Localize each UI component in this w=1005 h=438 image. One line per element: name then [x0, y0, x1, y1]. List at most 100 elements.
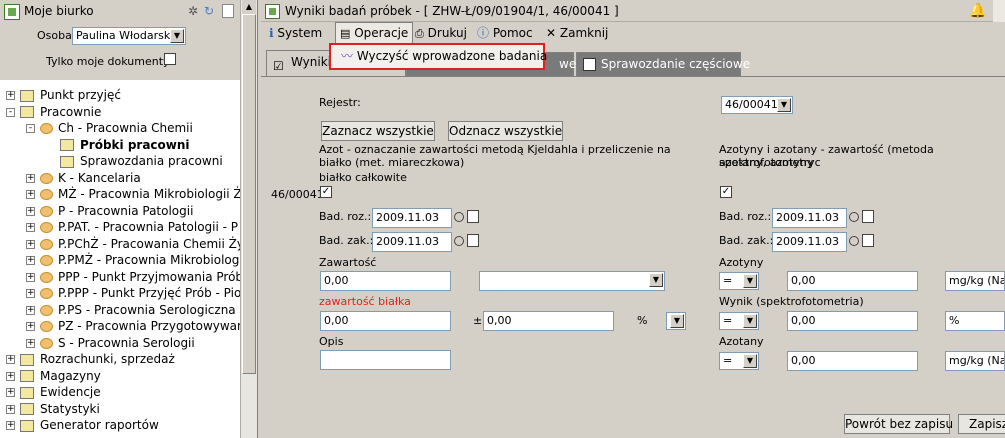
- tree-item[interactable]: Sprawozdania pracowni: [60, 153, 223, 169]
- chart-line-icon: 〰: [341, 49, 354, 63]
- bad-roz-input-2[interactable]: 2009.11.03: [772, 208, 847, 228]
- tree-item[interactable]: S - Pracownia Serologii: [40, 335, 195, 351]
- tree-expander[interactable]: +: [26, 338, 35, 348]
- tree-expander[interactable]: +: [6, 421, 15, 430]
- back-without-saving-button[interactable]: Powrót bez zapisu: [844, 414, 953, 434]
- tree-item[interactable]: Próbki pracowni: [60, 137, 190, 153]
- tree-item[interactable]: Pracownie: [20, 104, 101, 120]
- tree-expander[interactable]: +: [6, 91, 15, 100]
- chevron-down-icon[interactable]: ▼: [743, 354, 757, 368]
- chevron-down-icon[interactable]: ▼: [777, 98, 791, 112]
- menu-zamknij[interactable]: ✕ Zamknij: [546, 22, 608, 44]
- bad-zak-input[interactable]: 2009.11.03: [372, 232, 452, 252]
- azotyny-input[interactable]: 0,00: [787, 271, 918, 291]
- plusminus-input[interactable]: 0,00: [483, 311, 614, 331]
- tree-item[interactable]: P.PAT. - Pracownia Patologii - P: [40, 219, 238, 235]
- tree-expander[interactable]: +: [6, 355, 15, 364]
- refresh-icon[interactable]: ↻: [204, 4, 218, 18]
- tree-item[interactable]: Statystyki: [20, 401, 100, 417]
- tree-expander[interactable]: +: [6, 388, 15, 397]
- wynik-operator[interactable]: = ▼: [719, 312, 759, 330]
- menu-pomoc[interactable]: ⓘ Pomoc: [477, 22, 533, 44]
- menu-operacje[interactable]: ▤ Operacje: [335, 22, 414, 44]
- wynik-input[interactable]: 0,00: [787, 311, 918, 331]
- tree-item[interactable]: Generator raportów: [20, 417, 159, 433]
- calendar-icon[interactable]: [454, 234, 482, 250]
- azotany-unit[interactable]: mg/kg (NaN: [945, 351, 1005, 371]
- chevron-down-icon[interactable]: ▼: [670, 314, 684, 328]
- zawartosc-input[interactable]: 0,00: [320, 271, 451, 291]
- calendar-icon[interactable]: [849, 234, 877, 250]
- bad-zak-input-2[interactable]: 2009.11.03: [772, 232, 847, 252]
- tree-expander[interactable]: +: [26, 272, 35, 282]
- left-panel: Moje biurko ✲ ↻ Osoba: Paulina Włodarska…: [0, 0, 258, 438]
- azotany-operator[interactable]: = ▼: [719, 352, 759, 370]
- tree-item[interactable]: P.PPP - Punkt Przyjęć Prób - Pio: [40, 285, 240, 301]
- chevron-down-icon[interactable]: ▼: [743, 274, 757, 288]
- rejestr-select[interactable]: 46/00041 ▼: [721, 96, 793, 114]
- tab-sprawozdanie[interactable]: Sprawozdanie częściowe: [576, 52, 750, 76]
- tree-item[interactable]: K - Kancelaria: [40, 170, 141, 186]
- wynik-label: Wynik (spektrofotometria): [719, 295, 864, 308]
- percent-select[interactable]: ▼: [666, 312, 686, 330]
- bad-roz-input[interactable]: 2009.11.03: [372, 208, 452, 228]
- collapse-icon[interactable]: ✲: [188, 4, 202, 18]
- select-all-button[interactable]: Zaznacz wszystkie: [321, 121, 435, 141]
- tree-item[interactable]: Magazyny: [20, 368, 101, 384]
- left-scrollbar[interactable]: ▲: [240, 0, 257, 438]
- tree-item[interactable]: Rozrachunki, sprzedaż: [20, 351, 175, 367]
- azotyny-operator-value: =: [723, 274, 733, 287]
- tree-expander[interactable]: +: [26, 289, 35, 298]
- menu-drukuj[interactable]: ⎙ Drukuj: [415, 22, 467, 44]
- tree-expander[interactable]: +: [26, 190, 35, 199]
- col2-checkbox[interactable]: ✓: [720, 186, 732, 198]
- menu-system[interactable]: ℹ System: [269, 22, 322, 44]
- tree-expander[interactable]: +: [26, 173, 35, 183]
- azotyny-unit[interactable]: mg/kg (NaN: [945, 271, 1005, 291]
- tree-expander[interactable]: +: [26, 322, 35, 331]
- col1-checkbox[interactable]: ✓: [320, 186, 332, 198]
- wynik-operator-value: =: [723, 314, 733, 327]
- deselect-all-button[interactable]: Odznacz wszystkie: [448, 121, 563, 141]
- window-controls[interactable]: [993, 0, 1005, 22]
- tree-item[interactable]: Punkt przyjęć: [20, 87, 121, 103]
- tree-expander[interactable]: +: [26, 206, 35, 216]
- bell-icon[interactable]: 🔔: [969, 0, 986, 22]
- azotyny-operator[interactable]: = ▼: [719, 272, 759, 290]
- tree-item[interactable]: MŻ - Pracownia Mikrobiologii Żyw: [40, 186, 240, 202]
- only-mine-checkbox[interactable]: [164, 53, 176, 65]
- osoba-select[interactable]: Paulina Włodarska ▼: [72, 27, 186, 45]
- tree-item[interactable]: P.PChŻ - Pracowania Chemii Ży: [40, 236, 240, 252]
- tree-item[interactable]: P - Pracownia Patologii: [40, 203, 193, 219]
- tree-expander[interactable]: +: [26, 223, 35, 232]
- tree-expander[interactable]: +: [6, 371, 15, 381]
- tree-item[interactable]: PZ - Pracownia Przygotowywani: [40, 318, 240, 334]
- save-button[interactable]: Zapisz: [958, 414, 1005, 434]
- tree-expander[interactable]: +: [26, 256, 35, 265]
- tree-expander[interactable]: -: [26, 124, 35, 133]
- scroll-thumb[interactable]: [242, 14, 256, 374]
- chevron-down-icon[interactable]: ▼: [170, 29, 184, 43]
- tree-item[interactable]: P.PS - Pracownia Serologiczna -: [40, 302, 240, 318]
- opis-input[interactable]: [320, 350, 451, 370]
- chevron-down-icon[interactable]: ▼: [743, 314, 757, 328]
- zawartosc-select[interactable]: ▼: [479, 271, 665, 291]
- document-icon[interactable]: [222, 4, 234, 18]
- tree-item[interactable]: Ch - Pracownia Chemii: [40, 120, 193, 136]
- zawartosc-bialka-input[interactable]: 0,00: [320, 311, 451, 331]
- tree-expander[interactable]: +: [26, 239, 35, 249]
- tree-item[interactable]: Ewidencje: [20, 384, 101, 400]
- calendar-icon[interactable]: [849, 210, 877, 226]
- tree-expander[interactable]: -: [6, 107, 15, 117]
- wynik-unit[interactable]: %: [945, 311, 1005, 331]
- scroll-up-icon[interactable]: ▲: [242, 0, 256, 14]
- tree-expander[interactable]: +: [6, 404, 15, 414]
- tree-item[interactable]: P.PMŻ - Pracownia Mikrobiologi: [40, 252, 240, 268]
- clear-results-menu-item[interactable]: Wyczyść wprowadzone badania: [357, 49, 547, 63]
- tree-expander[interactable]: +: [26, 305, 35, 315]
- chevron-down-icon[interactable]: ▼: [649, 273, 663, 287]
- azotany-input[interactable]: 0,00: [787, 351, 918, 371]
- tree-item[interactable]: PPP - Punkt Przyjmowania Prób: [40, 269, 240, 285]
- calendar-icon[interactable]: [454, 210, 482, 226]
- dot-icon: [40, 304, 53, 316]
